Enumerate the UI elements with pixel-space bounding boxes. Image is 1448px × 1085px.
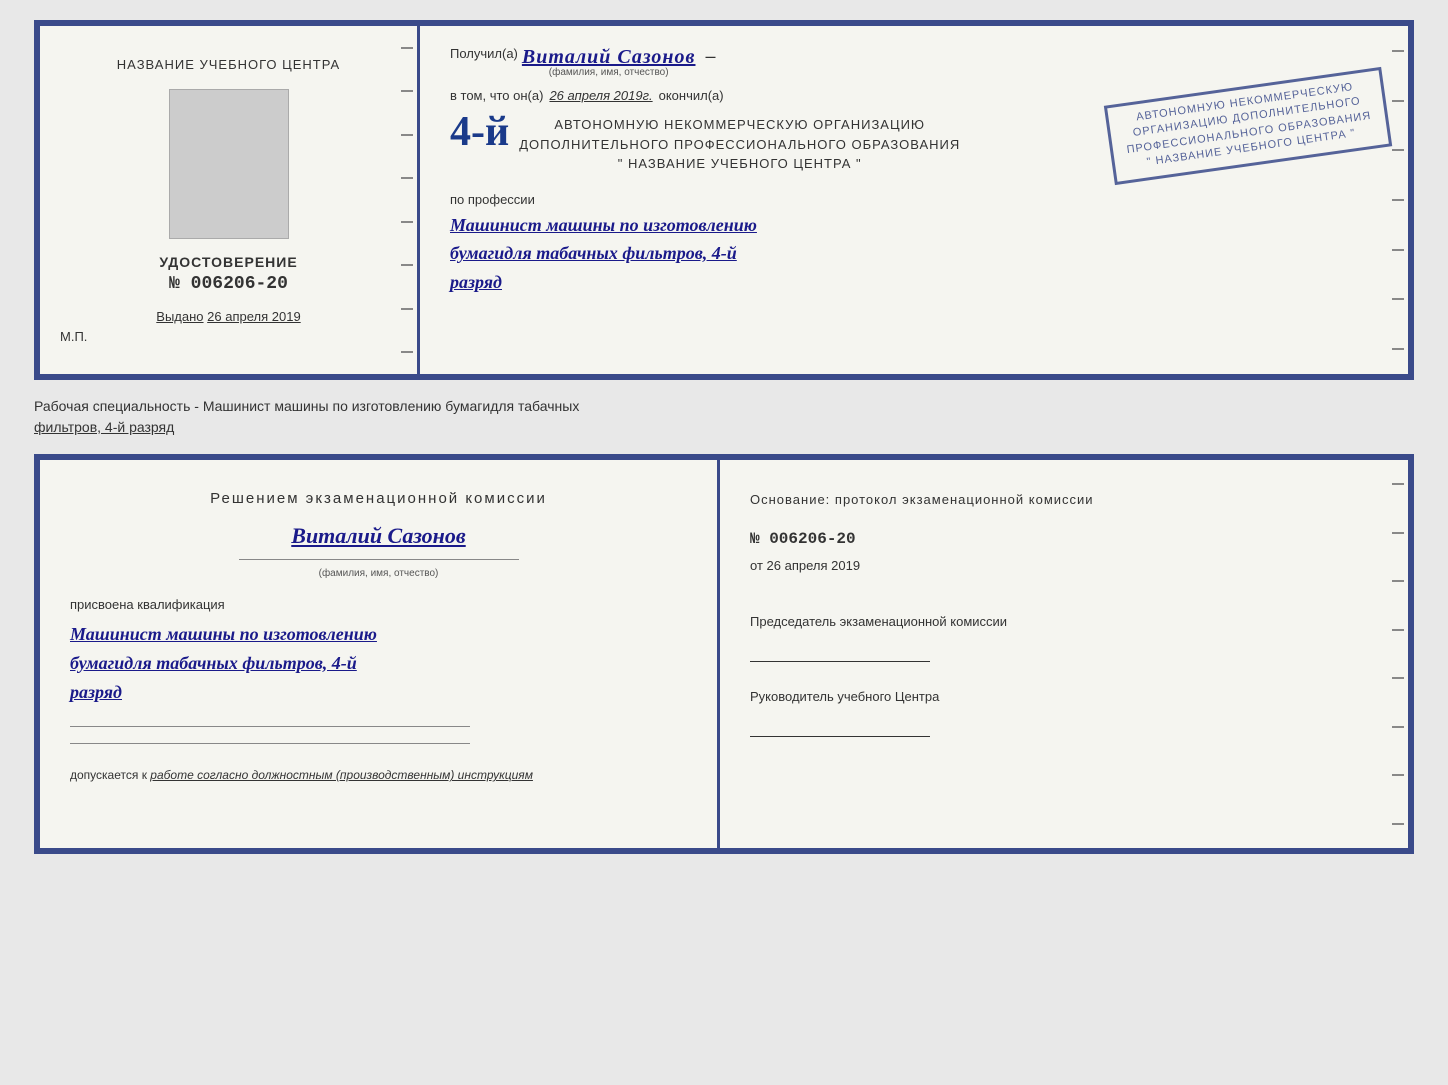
cert-mp: М.П. <box>60 329 87 344</box>
right-dashes-top-right <box>1388 26 1408 374</box>
head-signature-line <box>750 736 930 737</box>
osnov-label: Основание: протокол экзаменационной коми… <box>750 490 1378 510</box>
cert-org-line1: АВТОНОМНУЮ НЕКОММЕРЧЕСКУЮ ОРГАНИЗАЦИЮ <box>519 115 960 135</box>
cert-right-panel: Получил(а) Виталий Сазонов (фамилия, имя… <box>420 26 1408 374</box>
bottom-profession: Машинист машины по изготовлению бумагидл… <box>70 620 687 706</box>
cert-issued-date: 26 апреля 2019 <box>207 309 301 324</box>
cert-left-panel: НАЗВАНИЕ УЧЕБНОГО ЦЕНТРА УДОСТОВЕРЕНИЕ №… <box>40 26 420 374</box>
certificate-top: НАЗВАНИЕ УЧЕБНОГО ЦЕНТРА УДОСТОВЕРЕНИЕ №… <box>34 20 1414 380</box>
prot-date: 26 апреля 2019 <box>767 558 861 573</box>
cert-recipient-row: Получил(а) Виталий Сазонов (фамилия, имя… <box>450 46 1378 78</box>
cert-doc-type-label: УДОСТОВЕРЕНИЕ <box>159 254 297 270</box>
cert-finished-label: окончил(а) <box>659 88 724 103</box>
cert-big-number: 4-й <box>450 111 509 153</box>
cert-issued-label: Выдано <box>156 309 203 324</box>
prot-date-prefix: от <box>750 558 763 573</box>
допускается-row: допускается к работе согласно должностны… <box>70 768 687 782</box>
cert-doc-number: № 006206-20 <box>159 274 297 294</box>
cert-completion-date: 26 апреля 2019г. <box>549 88 652 103</box>
certificate-bottom: Решением экзаменационной комиссии Витали… <box>34 454 1414 854</box>
head-label: Руководитель учебного Центра <box>750 688 1378 706</box>
cert-bottom-right-panel: Основание: протокол экзаменационной коми… <box>720 460 1408 848</box>
cert-received-label: Получил(а) <box>450 46 518 61</box>
cert-fio-hint: (фамилия, имя, отчество) <box>549 67 669 78</box>
bottom-fio-hint: (фамилия, имя, отчество) <box>319 568 439 579</box>
cert-profession-name: Машинист машины по изготовлению бумагидл… <box>450 211 1378 297</box>
bottom-person-block: Виталий Сазонов (фамилия, имя, отчество) <box>70 523 687 591</box>
cert-org-block: АВТОНОМНУЮ НЕКОММЕРЧЕСКУЮ ОРГАНИЗАЦИЮ ДО… <box>519 115 960 174</box>
cert-bottom-left-panel: Решением экзаменационной комиссии Витали… <box>40 460 720 848</box>
cert-org-line3: " НАЗВАНИЕ УЧЕБНОГО ЦЕНТРА " <box>519 154 960 174</box>
cert-doc-title: УДОСТОВЕРЕНИЕ № 006206-20 <box>159 254 297 294</box>
cert-vtom-label: в том, что он(а) <box>450 88 543 103</box>
right-dashes-decoration <box>397 26 417 374</box>
middle-text-line2: фильтров, 4-й разряд <box>34 419 174 435</box>
допускается-value: работе согласно должностным (производств… <box>150 768 533 782</box>
kvali-label: присвоена квалификация <box>70 597 687 612</box>
middle-text-block: Рабочая специальность - Машинист машины … <box>34 396 1414 438</box>
допускается-label: допускается к <box>70 768 147 782</box>
cert-profession-label: по профессии <box>450 192 1378 207</box>
cert-org-line2: ДОПОЛНИТЕЛЬНОГО ПРОФЕССИОНАЛЬНОГО ОБРАЗО… <box>519 135 960 155</box>
prot-number: № 006206-20 <box>750 530 1378 548</box>
prot-date-row: от 26 апреля 2019 <box>750 558 1378 573</box>
chairman-signature-line <box>750 661 930 662</box>
right-dashes-bottom <box>1388 460 1408 848</box>
chairman-label: Председатель экзаменационной комиссии <box>750 613 1378 631</box>
cert-issued-row: Выдано 26 апреля 2019 <box>156 309 300 324</box>
cert-photo <box>169 89 289 239</box>
decision-title: Решением экзаменационной комиссии <box>70 490 687 507</box>
cert-recipient-name: Виталий Сазонов <box>522 46 696 69</box>
middle-text-line1: Рабочая специальность - Машинист машины … <box>34 398 579 414</box>
bottom-person-name: Виталий Сазонов <box>291 523 465 549</box>
cert-center-name: НАЗВАНИЕ УЧЕБНОГО ЦЕНТРА <box>117 56 340 74</box>
